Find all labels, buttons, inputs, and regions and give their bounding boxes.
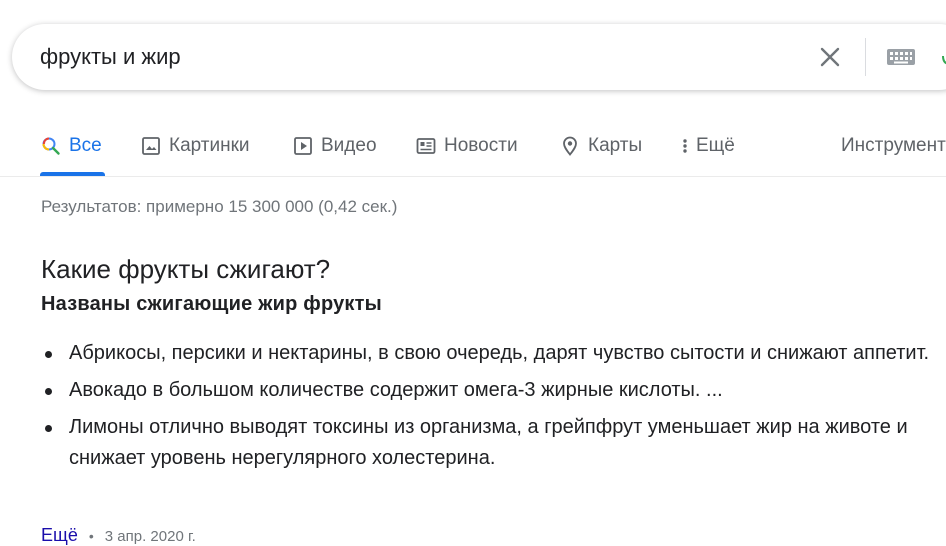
tab-all[interactable]: Все bbox=[41, 132, 102, 160]
list-item-text: Авокадо в большом количестве содержит ом… bbox=[69, 379, 723, 401]
tab-label: Инструменты bbox=[841, 135, 946, 156]
tab-label: Новости bbox=[444, 135, 518, 156]
tab-news[interactable]: Новости bbox=[416, 132, 518, 160]
tab-label: Видео bbox=[321, 135, 377, 156]
tab-videos[interactable]: Видео bbox=[293, 132, 377, 160]
tab-label: Картинки bbox=[169, 135, 250, 156]
tabs-divider bbox=[0, 176, 946, 177]
list-item-text: Абрикосы, персики и нектарины, в свою оч… bbox=[69, 342, 930, 364]
list-item: Абрикосы, персики и нектарины, в свою оч… bbox=[41, 338, 941, 369]
mic-icon[interactable] bbox=[942, 46, 946, 68]
tab-label: Ещё bbox=[696, 135, 735, 156]
tab-label: Карты bbox=[588, 135, 643, 156]
map-pin-icon bbox=[563, 136, 577, 156]
snippet-title: Какие фрукты сжигают? bbox=[41, 254, 331, 284]
close-icon[interactable] bbox=[818, 45, 842, 69]
snippet-date: 3 апр. 2020 г. bbox=[104, 528, 196, 545]
tab-label: Все bbox=[69, 135, 102, 156]
list-item: Лимоны отлично выводят токсины из органи… bbox=[41, 412, 941, 474]
snippet-list: Абрикосы, персики и нектарины, в свою оч… bbox=[41, 338, 941, 480]
video-icon bbox=[294, 137, 312, 155]
tab-images[interactable]: Картинки bbox=[141, 132, 250, 160]
tab-maps[interactable]: Карты bbox=[560, 132, 642, 160]
tab-tools[interactable]: Инструменты bbox=[841, 132, 946, 160]
image-icon bbox=[142, 137, 160, 155]
news-icon bbox=[416, 138, 436, 154]
tab-more[interactable]: Ещё bbox=[680, 132, 735, 160]
keyboard-icon[interactable] bbox=[886, 44, 916, 70]
search-input[interactable] bbox=[40, 24, 780, 90]
list-item-text: Лимоны отлично выводят токсины из органи… bbox=[69, 416, 908, 469]
bullet-icon bbox=[45, 388, 52, 395]
bullet-icon bbox=[45, 425, 52, 432]
more-vert-icon bbox=[683, 139, 687, 153]
more-link[interactable]: Ещё bbox=[41, 525, 78, 545]
bullet-icon bbox=[45, 351, 52, 358]
search-box-divider bbox=[865, 38, 866, 76]
search-tabs: Все Картинки Видео Новости Карты Ещё Инс… bbox=[0, 120, 946, 176]
list-item: Авокадо в большом количестве содержит ом… bbox=[41, 375, 941, 406]
result-stats: Результатов: примерно 15 300 000 (0,42 с… bbox=[41, 197, 398, 216]
search-box bbox=[12, 24, 946, 90]
search-icon bbox=[42, 137, 60, 155]
snippet-subtitle: Названы сжигающие жир фрукты bbox=[41, 293, 382, 315]
snippet-footer: Ещё • 3 апр. 2020 г. bbox=[41, 525, 196, 546]
